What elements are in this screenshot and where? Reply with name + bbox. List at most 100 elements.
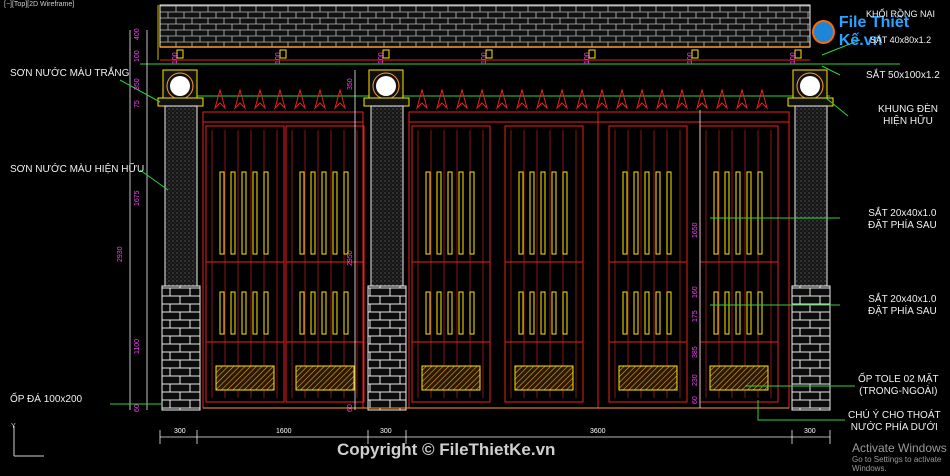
spike (556, 88, 568, 110)
pillar-right (787, 69, 834, 411)
spike (436, 88, 448, 110)
dim-v-left-5: 1675 (134, 190, 141, 206)
steel-bar-upper (551, 171, 557, 255)
steel-bar-lower (622, 291, 628, 335)
annotation-steel-20-a: SẮT 20x40x1.0 ĐẶT PHÍA SAU (868, 208, 937, 232)
dim-v-left-1: 400 (134, 28, 141, 40)
tole-plate (421, 365, 481, 391)
annotation-lamp-frame: KHUNG ĐÈN HIỆN HỮU (878, 104, 938, 128)
spike (334, 88, 346, 110)
copyright-watermark: Copyright © FileThietKe.vn (337, 440, 556, 459)
spike (294, 88, 306, 110)
dim-v-mid-2: 2950 (347, 250, 354, 266)
spike (676, 88, 688, 110)
steel-bar-lower (252, 291, 258, 335)
steel-bar-upper (241, 171, 247, 255)
steel-bar-lower (735, 291, 741, 335)
spike (596, 88, 608, 110)
steel-bar-lower (241, 291, 247, 335)
steel-bar-upper (219, 171, 225, 255)
steel-bar-lower (540, 291, 546, 335)
pillar-left (157, 69, 204, 411)
tole-plate (618, 365, 678, 391)
tole-plate (295, 365, 355, 391)
guide-lines (140, 63, 900, 97)
dim-v-mid-3: 60 (347, 404, 354, 412)
steel-bar-lower (644, 291, 650, 335)
dim-top-small: 100 (790, 52, 797, 64)
steel-bar-upper (343, 171, 349, 255)
spike (214, 88, 226, 110)
steel-bar-upper (666, 171, 672, 255)
steel-bar-lower (425, 291, 431, 335)
steel-bar-upper (644, 171, 650, 255)
spike (314, 88, 326, 110)
door-panel (205, 125, 285, 403)
annotation-steel-20-b: SẮT 20x40x1.0 ĐẶT PHÍA SAU (868, 294, 937, 318)
steel-bar-lower (724, 291, 730, 335)
steel-bar-upper (447, 171, 453, 255)
steel-bar-upper (230, 171, 236, 255)
steel-bar-lower (666, 291, 672, 335)
annotation-tole-line1: ỐP TOLE 02 MẶT (858, 374, 939, 385)
steel-bar-upper (633, 171, 639, 255)
steel-bar-upper (746, 171, 752, 255)
steel-bar-upper (263, 171, 269, 255)
dim-v-right-6: 60 (692, 396, 699, 404)
steel-bar-lower (469, 291, 475, 335)
spike (576, 88, 588, 110)
door-panel (504, 125, 584, 403)
annotation-tole: ỐP TOLE 02 MẶT (TRONG-NGOÀI) (858, 374, 939, 398)
steel-bar-upper (458, 171, 464, 255)
steel-bar-upper (757, 171, 763, 255)
steel-bar-lower (321, 291, 327, 335)
viewport-label[interactable]: [−][Top][2D Wireframe] (4, 1, 74, 8)
spike (456, 88, 468, 110)
door-panel (411, 125, 491, 403)
steel-bar-upper (655, 171, 661, 255)
dim-h-3: 300 (380, 428, 392, 435)
spike (416, 88, 428, 110)
dim-h-4: 3600 (590, 428, 606, 435)
steel-bar-upper (299, 171, 305, 255)
steel-bar-lower (551, 291, 557, 335)
spike (496, 88, 508, 110)
steel-bar-upper (724, 171, 730, 255)
annotation-top-note: KHỐI RỒNG NẠI SẮT 40x80x1.2 (866, 8, 935, 46)
steel-bar-upper (518, 171, 524, 255)
steel-bar-lower (757, 291, 763, 335)
dim-v-left-3: 350 (134, 78, 141, 90)
spike (536, 88, 548, 110)
top-wall-tabs (176, 49, 802, 59)
steel-bar-lower (299, 291, 305, 335)
dim-top-small: 100 (378, 52, 385, 64)
steel-bar-lower (713, 291, 719, 335)
steel-bar-lower (746, 291, 752, 335)
annotation-paint-existing: SƠN NƯỚC MÀU HIỆN HỮU (10, 164, 145, 175)
steel-bar-lower (447, 291, 453, 335)
annotation-steel-20-b-line2: ĐẶT PHÍA SAU (868, 306, 937, 317)
annotation-steel-20-a-line2: ĐẶT PHÍA SAU (868, 220, 937, 231)
steel-bar-lower (458, 291, 464, 335)
dim-top-small: 100 (687, 52, 694, 64)
steel-bar-lower (263, 291, 269, 335)
tole-plate (514, 365, 574, 391)
annotation-stone-cladding: ỐP ĐÁ 100x200 (10, 394, 83, 405)
door-panel (699, 125, 779, 403)
dim-v-left-6: 2930 (117, 246, 124, 262)
spike (616, 88, 628, 110)
dim-v-mid-1: 350 (347, 78, 354, 90)
steel-bar-lower (310, 291, 316, 335)
annotation-top-note-line2: SẮT 40x80x1.2 (869, 35, 932, 45)
spike (254, 88, 266, 110)
steel-bar-lower (529, 291, 535, 335)
tole-plate (215, 365, 275, 391)
svg-text:Y: Y (11, 423, 16, 430)
dim-v-left-7: 1100 (134, 338, 141, 354)
annotation-lamp-frame-line2: HIỆN HỮU (883, 116, 933, 127)
activate-windows-notice: Activate Windows Go to Settings to activ… (852, 441, 950, 473)
annotation-drain: CHÚ Ý CHO THOÁT NƯỚC PHÍA DƯỚI (848, 410, 941, 434)
steel-bar-upper (252, 171, 258, 255)
dim-v-right-4: 385 (692, 346, 699, 358)
steel-bar-lower (332, 291, 338, 335)
